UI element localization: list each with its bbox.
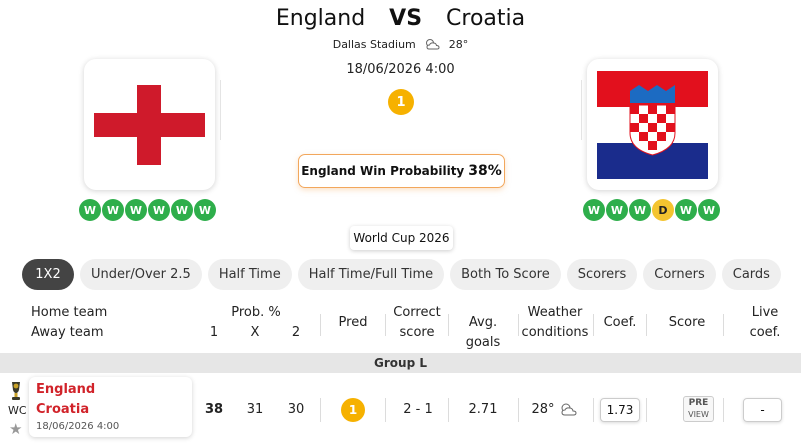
- column-divider: [448, 398, 449, 422]
- preview-view-label: VIEW: [688, 410, 709, 419]
- header-prob-1: 1: [209, 325, 219, 340]
- win-probability-box: England Win Probability 38%: [298, 154, 505, 188]
- column-divider: [646, 314, 647, 336]
- win-probability-value: 38%: [468, 163, 502, 179]
- header-prob-2: 2: [291, 325, 301, 340]
- column-divider: [593, 314, 594, 336]
- venue-info: Dallas Stadium 28°: [0, 37, 801, 51]
- match-title: England VS Croatia: [0, 6, 801, 31]
- header-home-team: Home team: [31, 305, 108, 320]
- vs-label: VS: [389, 6, 423, 31]
- header-pred: Pred: [338, 315, 368, 330]
- prediction-badge: 1: [388, 89, 414, 115]
- form-badge: W: [125, 199, 147, 221]
- tab-under-over[interactable]: Under/Over 2.5: [80, 259, 202, 290]
- column-divider: [723, 398, 724, 422]
- partly-cloudy-icon: [561, 403, 577, 416]
- header-correct-score: Correct score: [388, 303, 446, 343]
- form-badge: W: [583, 199, 605, 221]
- column-divider: [385, 314, 386, 336]
- away-flag-card[interactable]: [587, 59, 718, 190]
- column-divider: [385, 398, 386, 422]
- column-divider: [320, 314, 321, 336]
- away-team-name: Croatia: [446, 6, 526, 31]
- column-divider: [448, 314, 449, 336]
- row-avg-goals: 2.71: [468, 402, 498, 417]
- row-temperature: 28°: [531, 402, 555, 417]
- venue-temperature: 28°: [448, 38, 469, 51]
- group-bar: Group L: [0, 353, 801, 373]
- column-divider: [518, 314, 519, 336]
- favorite-star-icon[interactable]: ★: [9, 420, 22, 438]
- header-score: Score: [668, 315, 706, 330]
- divider: [220, 80, 221, 140]
- form-badge: W: [629, 199, 651, 221]
- tab-1x2[interactable]: 1X2: [22, 259, 74, 290]
- away-form: W W W D W W: [583, 199, 720, 221]
- column-divider: [320, 398, 321, 422]
- header-weather-line2: conditions: [521, 325, 589, 340]
- header-away-team: Away team: [31, 325, 104, 340]
- header-coef: Coef.: [603, 315, 637, 330]
- row-datetime: 18/06/2026 4:00: [36, 421, 120, 432]
- header-live-coef-line2: coef.: [749, 325, 781, 340]
- preview-pre-label: PRE: [688, 398, 709, 408]
- column-divider: [518, 398, 519, 422]
- tab-corners[interactable]: Corners: [643, 259, 716, 290]
- header-prob: Prob. %: [231, 305, 281, 320]
- live-coef-button[interactable]: -: [743, 398, 782, 422]
- preview-button[interactable]: PRE VIEW: [683, 396, 714, 422]
- tab-half-time-full-time[interactable]: Half Time/Full Time: [297, 259, 445, 290]
- form-badge: W: [171, 199, 193, 221]
- divider: [581, 80, 582, 140]
- form-badge: W: [194, 199, 216, 221]
- form-badge: W: [675, 199, 697, 221]
- competition-badge[interactable]: World Cup 2026: [350, 226, 453, 250]
- header-correct-score-line1: Correct: [393, 305, 441, 320]
- partly-cloudy-icon: [426, 39, 440, 50]
- column-divider: [646, 398, 647, 422]
- venue-name: Dallas Stadium: [332, 38, 416, 51]
- row-prob-1: 38: [204, 402, 224, 417]
- column-divider: [593, 398, 594, 422]
- header-weather: Weather conditions: [520, 303, 590, 343]
- header-avg-goals: Avg. goals: [465, 315, 501, 350]
- row-prob-x: 31: [246, 402, 264, 417]
- world-cup-trophy-icon: [12, 382, 20, 400]
- win-probability-label: England Win Probability: [301, 164, 465, 178]
- header-prob-x: X: [250, 325, 260, 340]
- croatia-flag-icon: [597, 70, 708, 179]
- row-away-team[interactable]: Croatia: [36, 402, 89, 417]
- header-correct-score-line2: score: [399, 325, 435, 340]
- england-flag-icon: [94, 84, 205, 165]
- competition-short: WC: [8, 404, 27, 417]
- row-home-team[interactable]: England: [36, 382, 95, 397]
- match-card[interactable]: England Croatia 18/06/2026 4:00: [29, 377, 192, 437]
- home-team-name: England: [275, 6, 366, 31]
- form-badge: W: [79, 199, 101, 221]
- form-badge: W: [698, 199, 720, 221]
- tab-half-time[interactable]: Half Time: [207, 259, 292, 290]
- header-weather-line1: Weather: [527, 305, 583, 320]
- market-tabs: 1X2 Under/Over 2.5 Half Time Half Time/F…: [22, 259, 781, 290]
- home-flag-card[interactable]: [84, 59, 215, 190]
- home-form: W W W W W W: [79, 199, 216, 221]
- tab-scorers[interactable]: Scorers: [566, 259, 638, 290]
- tab-cards[interactable]: Cards: [721, 259, 781, 290]
- form-badge: W: [148, 199, 170, 221]
- form-badge: W: [102, 199, 124, 221]
- header-live-coef: Live coef.: [745, 303, 785, 343]
- header-live-coef-line1: Live: [751, 305, 779, 320]
- row-correct-score: 2 - 1: [403, 402, 433, 417]
- column-divider: [723, 314, 724, 336]
- row-prob-2: 30: [287, 402, 305, 417]
- form-badge: D: [652, 199, 674, 221]
- coef-button[interactable]: 1.73: [600, 398, 640, 422]
- row-prediction-badge: 1: [341, 398, 365, 422]
- form-badge: W: [606, 199, 628, 221]
- tab-both-to-score[interactable]: Both To Score: [450, 259, 561, 290]
